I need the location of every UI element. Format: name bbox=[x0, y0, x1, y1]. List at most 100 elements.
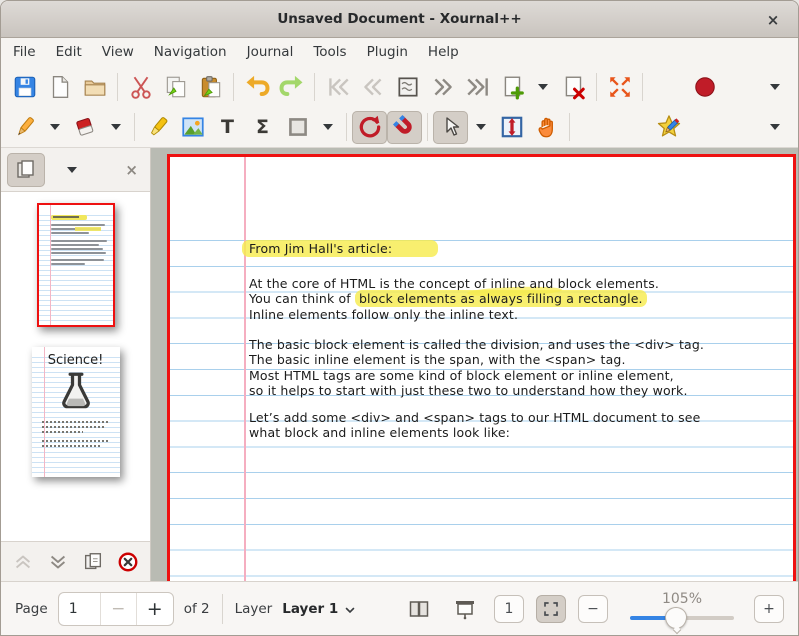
eraser-tool-button[interactable] bbox=[68, 111, 103, 144]
thumb-highlight-line bbox=[51, 215, 87, 220]
sidebar-footer bbox=[1, 541, 150, 581]
zoom-slider[interactable] bbox=[630, 608, 734, 626]
page-increment-button[interactable]: + bbox=[137, 593, 173, 625]
duplicate-page-button[interactable] bbox=[77, 547, 109, 577]
shape-dropdown[interactable] bbox=[323, 124, 333, 130]
zoom-control: 105% bbox=[622, 591, 742, 626]
redo-button[interactable] bbox=[274, 70, 309, 103]
last-page-button[interactable] bbox=[460, 70, 495, 103]
insert-image-button[interactable] bbox=[175, 111, 210, 144]
menu-edit[interactable]: Edit bbox=[46, 41, 92, 63]
separator bbox=[314, 73, 315, 101]
highlighted-text: block elements as always filling a recta… bbox=[355, 290, 647, 307]
sidebar-dropdown[interactable] bbox=[67, 167, 77, 173]
cut-button[interactable] bbox=[123, 70, 158, 103]
shape-tool-button[interactable] bbox=[280, 111, 315, 144]
text-tool-button[interactable]: T bbox=[210, 111, 245, 144]
page-thumbnail-1[interactable] bbox=[37, 203, 115, 327]
document-canvas[interactable]: From Jim Hall's article: At the core of … bbox=[151, 148, 798, 581]
cut-scissors-icon bbox=[128, 74, 154, 100]
rectangle-shape-icon bbox=[285, 114, 311, 140]
text-line: From Jim Hall's article: bbox=[249, 241, 438, 256]
page-preview-tab-button[interactable] bbox=[7, 153, 45, 187]
eraser-dropdown[interactable] bbox=[111, 124, 121, 130]
titlebar[interactable]: Unsaved Document - Xournal++ × bbox=[1, 1, 798, 38]
shape-recognizer-dropdown[interactable] bbox=[770, 124, 780, 130]
select-dropdown[interactable] bbox=[476, 124, 486, 130]
page-spinner: 1 − + bbox=[58, 592, 174, 626]
tex-tool-button[interactable]: Σ bbox=[245, 111, 280, 144]
sidebar-close-icon[interactable]: × bbox=[125, 161, 144, 179]
hand-tool-button[interactable] bbox=[529, 111, 564, 144]
paste-button[interactable] bbox=[193, 70, 228, 103]
toolbar-tools: T Σ bbox=[1, 107, 798, 148]
highlighter-tool-button[interactable] bbox=[140, 111, 175, 144]
next-page-icon bbox=[430, 74, 456, 100]
layer-selector[interactable]: Layer 1 bbox=[282, 601, 338, 617]
zoom-100-button[interactable]: 1 bbox=[494, 595, 524, 623]
dual-page-view-button[interactable] bbox=[402, 595, 436, 623]
move-page-down-button[interactable] bbox=[42, 547, 74, 577]
save-button[interactable] bbox=[7, 70, 42, 103]
menu-tools[interactable]: Tools bbox=[303, 41, 356, 63]
zoom-fit-button[interactable] bbox=[536, 595, 566, 623]
highlighter-icon bbox=[145, 114, 171, 140]
pen-dropdown[interactable] bbox=[50, 124, 60, 130]
menu-navigation[interactable]: Navigation bbox=[144, 41, 237, 63]
first-page-button[interactable] bbox=[320, 70, 355, 103]
record-button[interactable] bbox=[688, 70, 723, 103]
page-decrement-button[interactable]: − bbox=[101, 593, 137, 625]
window-title: Unsaved Document - Xournal++ bbox=[1, 11, 798, 27]
shape-recognizer-button[interactable] bbox=[651, 111, 686, 144]
next-page-button[interactable] bbox=[425, 70, 460, 103]
menu-view[interactable]: View bbox=[92, 41, 144, 63]
zoom-out-button[interactable]: − bbox=[578, 595, 608, 623]
page-label: Page bbox=[15, 601, 48, 617]
menu-journal[interactable]: Journal bbox=[237, 41, 304, 63]
page-number-input[interactable]: 1 bbox=[59, 593, 101, 625]
new-page-dropdown[interactable] bbox=[538, 84, 548, 90]
image-icon bbox=[180, 114, 206, 140]
chevrons-down-icon bbox=[47, 551, 69, 573]
hand-icon bbox=[534, 114, 560, 140]
new-document-button[interactable] bbox=[42, 70, 77, 103]
dual-page-icon bbox=[407, 597, 431, 621]
presentation-mode-button[interactable] bbox=[448, 595, 482, 623]
toolbar-main bbox=[1, 66, 798, 107]
text-paragraph: At the core of HTML is the concept of in… bbox=[249, 276, 659, 322]
pen-tool-button[interactable] bbox=[7, 111, 42, 144]
fullscreen-button[interactable] bbox=[602, 70, 637, 103]
delete-page-sidebar-button[interactable] bbox=[112, 547, 144, 577]
copy-button[interactable] bbox=[158, 70, 193, 103]
previous-page-button[interactable] bbox=[355, 70, 390, 103]
page-1-selected[interactable]: From Jim Hall's article: At the core of … bbox=[167, 154, 796, 581]
chevron-down-icon[interactable] bbox=[344, 604, 356, 616]
record-dropdown[interactable] bbox=[770, 84, 780, 90]
move-page-up-button[interactable] bbox=[7, 547, 39, 577]
rotation-snapping-toggle[interactable] bbox=[352, 111, 387, 144]
menu-help[interactable]: Help bbox=[418, 41, 469, 63]
delete-page-button[interactable] bbox=[556, 70, 591, 103]
undo-button[interactable] bbox=[239, 70, 274, 103]
vertical-space-button[interactable] bbox=[494, 111, 529, 144]
zoom-in-button[interactable]: + bbox=[754, 595, 784, 623]
thumb-text-preview bbox=[51, 215, 107, 267]
window-close-icon[interactable]: × bbox=[762, 9, 784, 31]
page-preview-button[interactable] bbox=[390, 70, 425, 103]
copy-icon bbox=[163, 74, 189, 100]
select-tool-button[interactable] bbox=[433, 111, 468, 144]
main-area: × bbox=[1, 148, 798, 581]
text-line: Let’s add some <div> and <span> tags to … bbox=[249, 410, 700, 425]
open-button[interactable] bbox=[77, 70, 112, 103]
redo-icon bbox=[278, 73, 306, 101]
grid-snapping-toggle[interactable] bbox=[387, 111, 422, 144]
page-thumbnail-2[interactable]: Science! bbox=[32, 347, 120, 477]
zoom-slider-handle[interactable] bbox=[665, 607, 687, 629]
menu-file[interactable]: File bbox=[3, 41, 46, 63]
separator bbox=[642, 73, 643, 101]
duplicate-pages-icon bbox=[82, 551, 104, 573]
new-page-button[interactable] bbox=[495, 70, 530, 103]
menu-plugin[interactable]: Plugin bbox=[357, 41, 418, 63]
first-page-icon bbox=[325, 74, 351, 100]
zoom-100-icon: 1 bbox=[505, 601, 514, 617]
